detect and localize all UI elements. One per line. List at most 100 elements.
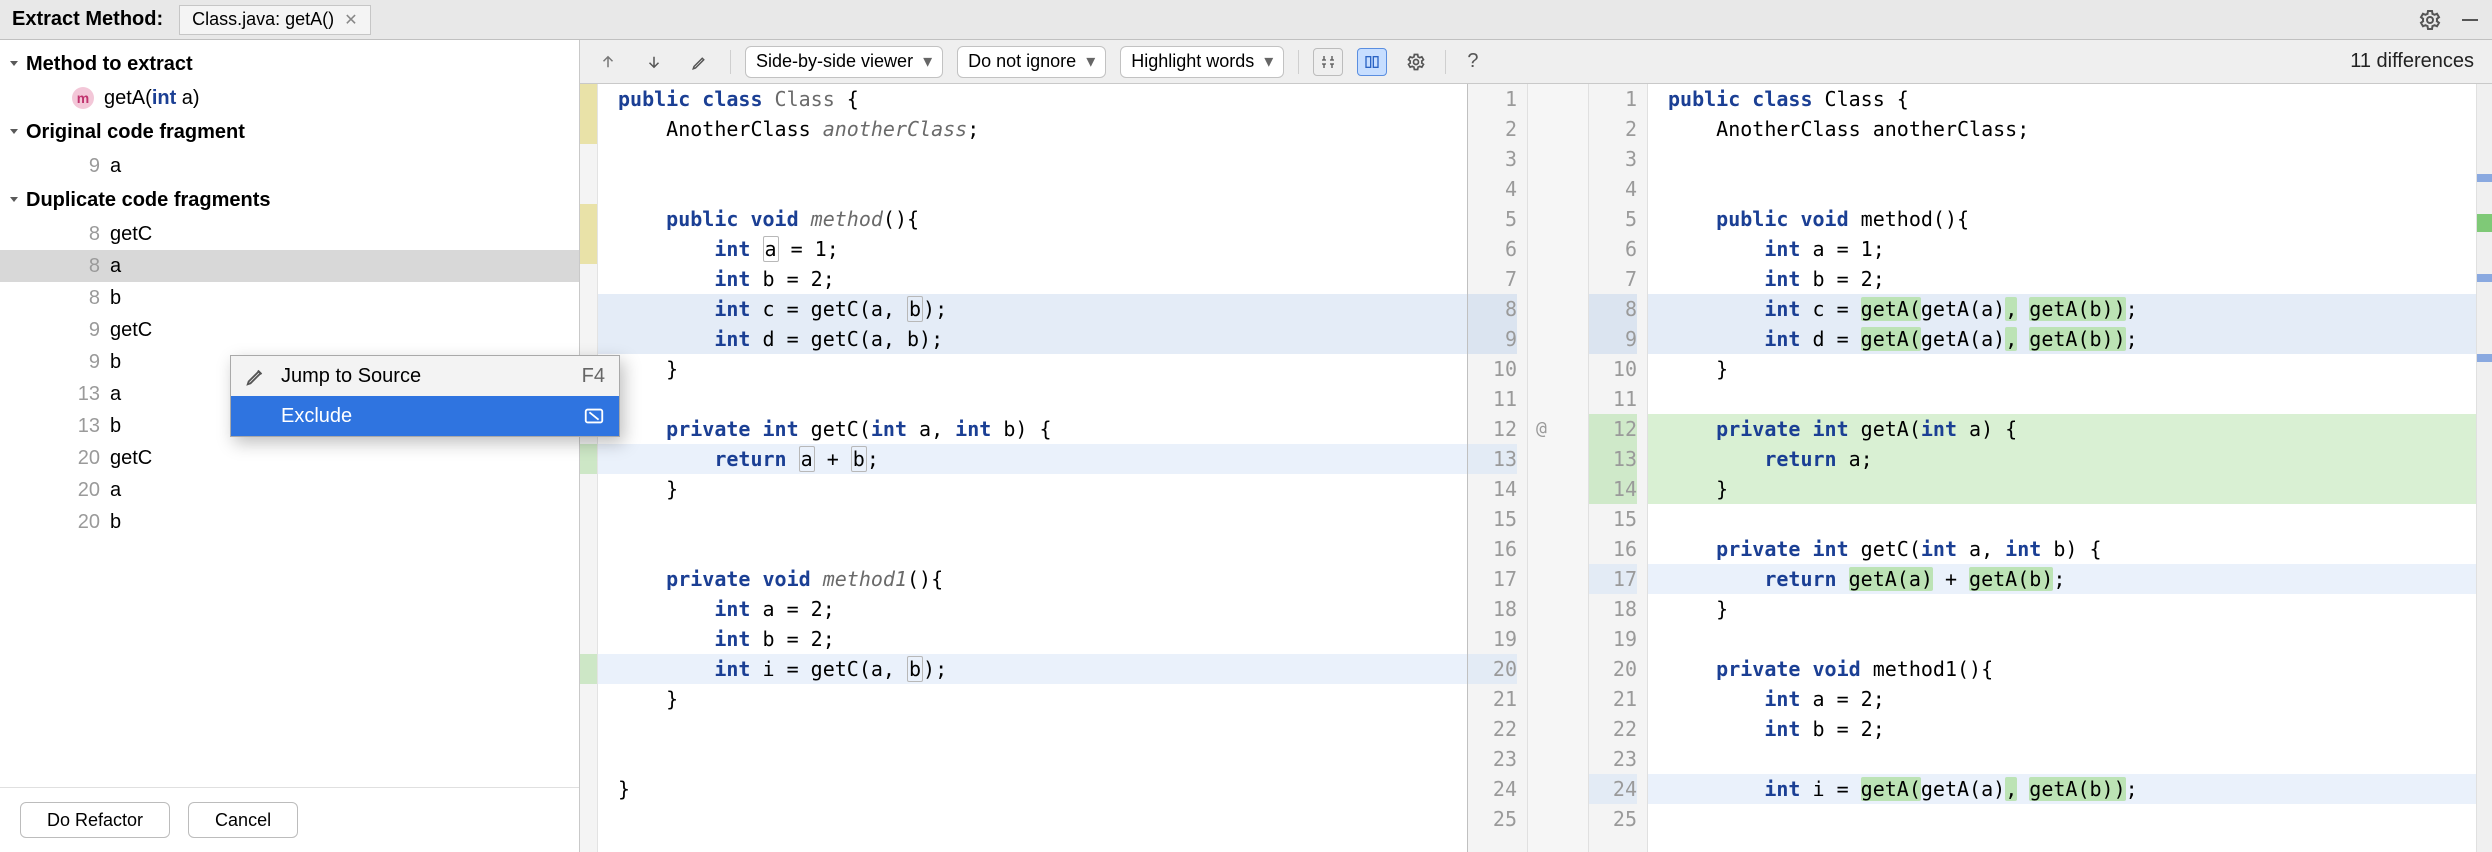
- code-line: public class Class {: [1648, 84, 2476, 114]
- tree-item[interactable]: 9a: [0, 150, 579, 182]
- section-duplicate-fragments[interactable]: Duplicate code fragments: [0, 182, 579, 218]
- code-line: [1648, 744, 2476, 774]
- code-line: }: [598, 474, 1467, 504]
- diff-toolbar: Side-by-side viewer ▾ Do not ignore ▾ Hi…: [580, 40, 2492, 84]
- tree-item[interactable]: 20getC: [0, 442, 579, 474]
- code-line: [598, 504, 1467, 534]
- do-refactor-button[interactable]: Do Refactor: [20, 802, 170, 838]
- code-line: }: [598, 684, 1467, 714]
- right-line-gutter: 1234567891011121314151617181920212223242…: [1588, 84, 1648, 852]
- close-icon[interactable]: ✕: [344, 10, 357, 30]
- code-line: }: [1648, 594, 2476, 624]
- code-line: int d = getC(a, b);: [598, 324, 1467, 354]
- code-line: int d = getA(getA(a), getA(b));: [1648, 324, 2476, 354]
- chevron-down-icon: ▾: [1086, 51, 1095, 72]
- tree-item[interactable]: 9getC: [0, 314, 579, 346]
- code-line: AnotherClass anotherClass;: [598, 114, 1467, 144]
- tree-item[interactable]: 8getC: [0, 218, 579, 250]
- code-line: }: [598, 354, 1467, 384]
- ignore-dropdown[interactable]: Do not ignore ▾: [957, 46, 1106, 78]
- collapse-unchanged-button[interactable]: [1313, 48, 1343, 76]
- code-line: int b = 2;: [598, 624, 1467, 654]
- refactor-tree-panel: Method to extract m getA(int a) Original…: [0, 40, 580, 852]
- help-button[interactable]: ?: [1460, 47, 1485, 77]
- left-change-strip: [580, 84, 598, 852]
- code-line: int c = getA(getA(a), getA(b));: [1648, 294, 2476, 324]
- section-original-fragment[interactable]: Original code fragment: [0, 114, 579, 150]
- code-line: [598, 384, 1467, 414]
- code-line: [598, 714, 1467, 744]
- gear-icon[interactable]: [2418, 8, 2442, 32]
- title-bar: Extract Method: Class.java: getA() ✕: [0, 0, 2492, 40]
- pencil-icon: [245, 365, 267, 387]
- tree-item[interactable]: 8a: [0, 250, 579, 282]
- method-signature-row[interactable]: m getA(int a): [0, 82, 579, 114]
- menu-exclude[interactable]: Exclude: [231, 396, 619, 436]
- code-line: [1648, 174, 2476, 204]
- code-line: [1648, 384, 2476, 414]
- chevron-down-icon: ▾: [923, 51, 932, 72]
- diff-left-pane[interactable]: public class Class { AnotherClass anothe…: [598, 84, 1468, 852]
- cancel-button[interactable]: Cancel: [188, 802, 298, 838]
- left-line-gutter: 1234567891011121314151617181920212223242…: [1468, 84, 1528, 852]
- code-line: [1648, 144, 2476, 174]
- section-method-to-extract[interactable]: Method to extract: [0, 46, 579, 82]
- code-line: int b = 2;: [1648, 264, 2476, 294]
- code-line: public void method(){: [598, 204, 1467, 234]
- code-line: int c = getC(a, b);: [598, 294, 1467, 324]
- code-line: public void method(){: [1648, 204, 2476, 234]
- code-line: int a = 2;: [598, 594, 1467, 624]
- code-line: int b = 2;: [598, 264, 1467, 294]
- code-line: int i = getC(a, b);: [598, 654, 1467, 684]
- code-line: [598, 174, 1467, 204]
- diff-count-label: 11 differences: [2350, 50, 2480, 73]
- code-line: return a;: [1648, 444, 2476, 474]
- code-line: [598, 144, 1467, 174]
- code-line: return getA(a) + getA(b);: [1648, 564, 2476, 594]
- prev-diff-button[interactable]: [592, 47, 624, 77]
- code-line: int a = 1;: [1648, 234, 2476, 264]
- diff-link-channel: @: [1528, 84, 1588, 852]
- panel-title: Extract Method:: [12, 8, 163, 31]
- next-diff-button[interactable]: [638, 47, 670, 77]
- right-overview-strip[interactable]: [2476, 84, 2492, 852]
- code-line: }: [1648, 354, 2476, 384]
- file-tab-label: Class.java: getA(): [192, 9, 334, 30]
- at-marker-icon: @: [1536, 418, 1547, 439]
- sync-scroll-button[interactable]: [1357, 48, 1387, 76]
- code-line: [1648, 804, 2476, 834]
- code-line: private int getC(int a, int b) {: [598, 414, 1467, 444]
- exclude-icon: [583, 405, 605, 427]
- code-line: }: [598, 774, 1467, 804]
- chevron-down-icon: ▾: [1264, 51, 1273, 72]
- diff-settings-button[interactable]: [1401, 48, 1431, 76]
- code-line: int a = 1;: [598, 234, 1467, 264]
- code-line: }: [1648, 474, 2476, 504]
- code-line: private int getC(int a, int b) {: [1648, 534, 2476, 564]
- tree-item[interactable]: 20a: [0, 474, 579, 506]
- menu-jump-to-source[interactable]: Jump to Source F4: [231, 356, 619, 396]
- code-line: [1648, 504, 2476, 534]
- minimize-icon[interactable]: [2458, 8, 2482, 32]
- code-line: [1648, 624, 2476, 654]
- code-line: return a + b;: [598, 444, 1467, 474]
- code-line: [598, 534, 1467, 564]
- tree-item[interactable]: 8b: [0, 282, 579, 314]
- code-line: [598, 744, 1467, 774]
- code-line: [598, 804, 1467, 834]
- code-line: int i = getA(getA(a), getA(b));: [1648, 774, 2476, 804]
- code-line: private int getA(int a) {: [1648, 414, 2476, 444]
- highlight-dropdown[interactable]: Highlight words ▾: [1120, 46, 1284, 78]
- code-line: int a = 2;: [1648, 684, 2476, 714]
- diff-right-pane[interactable]: public class Class { AnotherClass anothe…: [1648, 84, 2476, 852]
- context-menu: Jump to Source F4 Exclude: [230, 355, 620, 437]
- method-icon: m: [72, 87, 94, 109]
- edit-diff-button[interactable]: [684, 47, 716, 77]
- tree-item[interactable]: 20b: [0, 506, 579, 538]
- code-line: private void method1(){: [1648, 654, 2476, 684]
- code-line: public class Class {: [598, 84, 1467, 114]
- file-tab[interactable]: Class.java: getA() ✕: [179, 5, 370, 35]
- code-line: private void method1(){: [598, 564, 1467, 594]
- viewer-mode-dropdown[interactable]: Side-by-side viewer ▾: [745, 46, 943, 78]
- code-line: int b = 2;: [1648, 714, 2476, 744]
